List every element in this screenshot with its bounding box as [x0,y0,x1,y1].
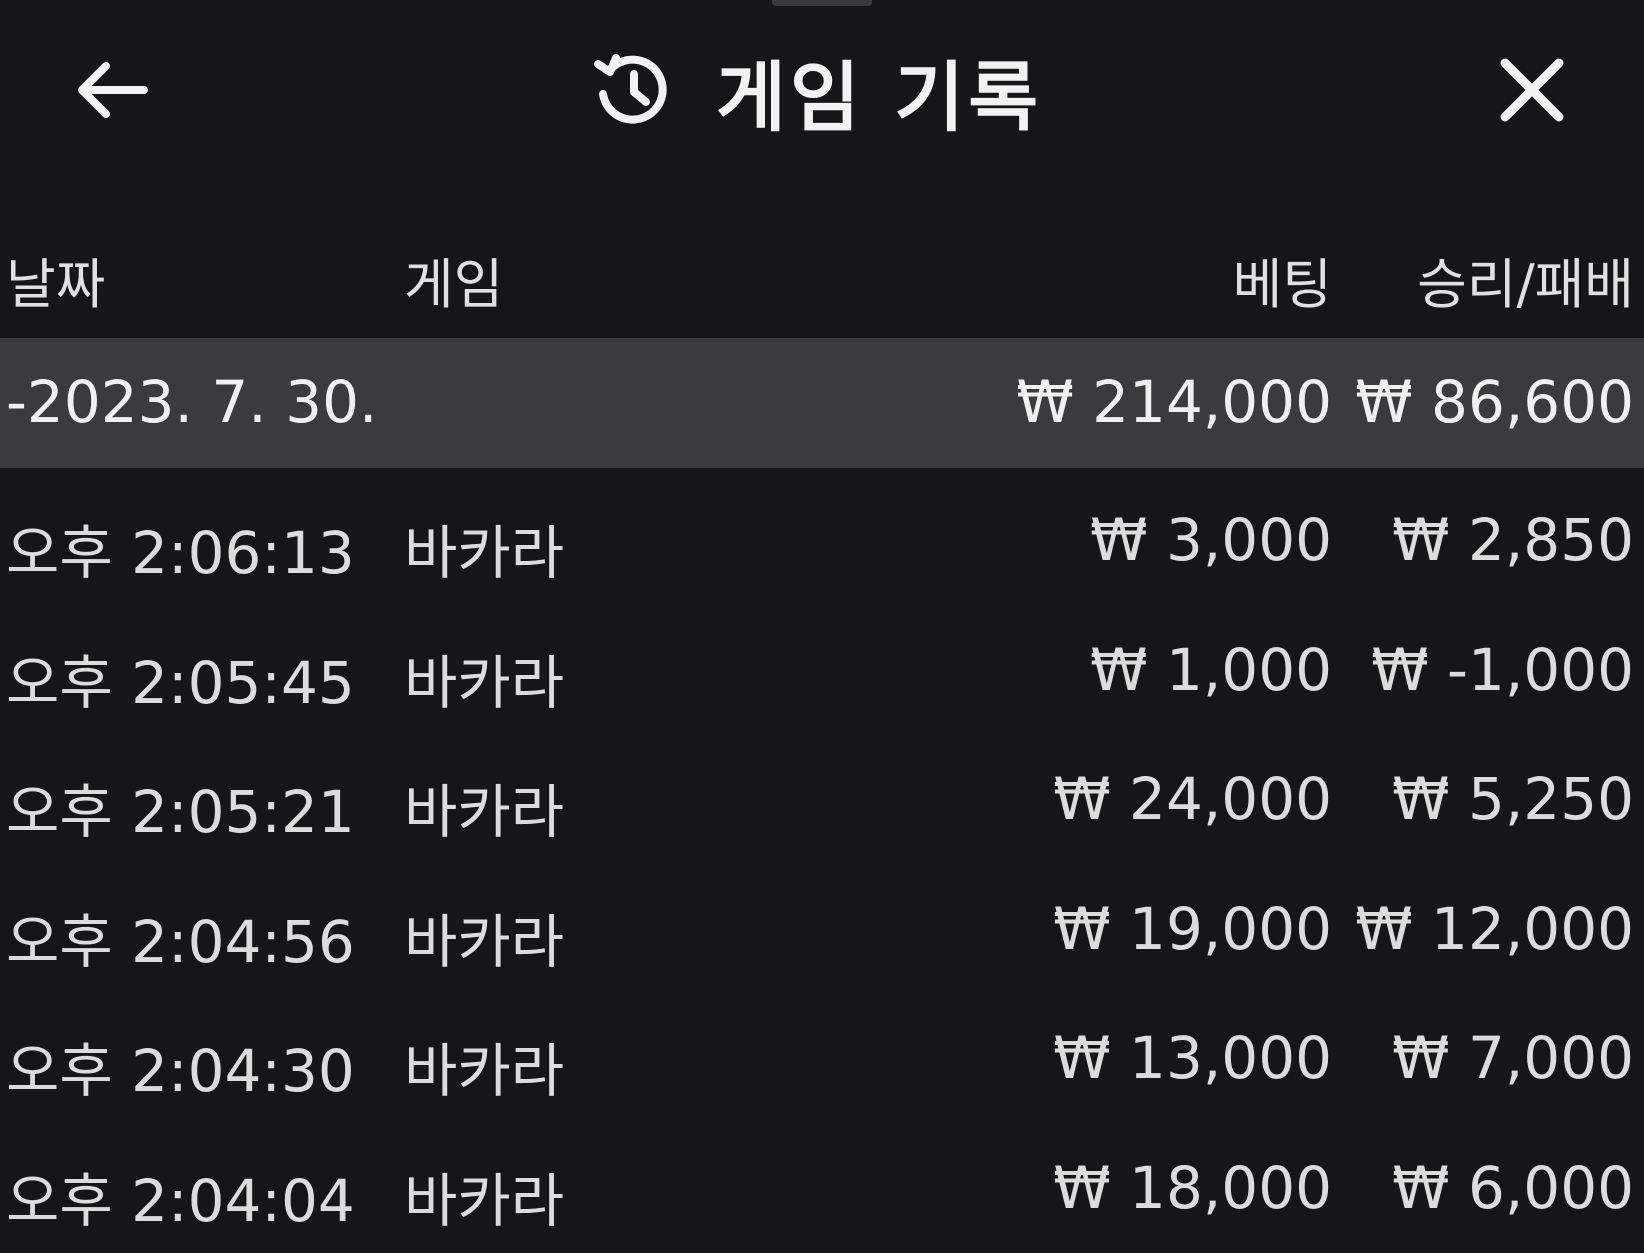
header-bar: 게임 기록 [0,0,1644,180]
row-win-loss: ₩ 6,000 [1392,1154,1634,1222]
close-button[interactable] [1482,40,1582,140]
arrow-left-icon [72,60,148,120]
row-time: 오후 2:05:21 [6,765,355,849]
row-time: 오후 2:04:56 [6,895,355,979]
row-game: 바카라 [404,506,564,590]
row-bet: ₩ 18,000 [1053,1154,1332,1222]
row-time: 오후 2:04:04 [6,1154,355,1238]
back-button[interactable] [60,45,160,135]
column-header-game: 게임 [404,240,503,319]
row-bet: ₩ 1,000 [1090,636,1332,704]
close-icon [1497,55,1567,125]
column-header-date: 날짜 [6,240,105,319]
row-win-loss: ₩ 2,850 [1392,506,1634,574]
date-summary-row[interactable]: -2023. 7. 30. ₩ 214,000 ₩ 86,600 [0,338,1644,468]
row-bet: ₩ 3,000 [1090,506,1332,574]
table-header: 날짜 게임 베팅 승리/패배 [0,222,1644,338]
summary-win-loss: ₩ 86,600 [1355,368,1634,436]
row-win-loss: ₩ 7,000 [1392,1024,1634,1092]
row-game: 바카라 [404,765,564,849]
row-win-loss: ₩ 5,250 [1392,765,1634,833]
table-row[interactable]: 오후 2:04:56 바카라 ₩ 19,000 ₩ 12,000 [0,865,1644,995]
summary-date: -2023. 7. 30. [6,368,377,436]
row-time: 오후 2:04:30 [6,1024,355,1108]
row-win-loss: ₩ 12,000 [1355,895,1634,963]
row-win-loss: ₩ -1,000 [1371,636,1634,704]
row-time: 오후 2:05:45 [6,636,355,720]
game-record-list: 오후 2:06:13 바카라 ₩ 3,000 ₩ 2,850 오후 2:05:4… [0,476,1644,1253]
table-row[interactable]: 오후 2:04:30 바카라 ₩ 13,000 ₩ 7,000 [0,994,1644,1124]
row-bet: ₩ 13,000 [1053,1024,1332,1092]
row-game: 바카라 [404,636,564,720]
column-header-win-loss: 승리/패배 [1417,240,1634,319]
history-clock-icon [590,48,676,134]
row-time: 오후 2:06:13 [6,506,355,590]
row-game: 바카라 [404,1024,564,1108]
row-game: 바카라 [404,895,564,979]
row-game: 바카라 [404,1154,564,1238]
header-title-group: 게임 기록 [590,36,1042,146]
page-title: 게임 기록 [716,36,1042,146]
column-header-bet: 베팅 [1233,240,1332,319]
row-bet: ₩ 24,000 [1053,765,1332,833]
table-row[interactable]: 오후 2:04:04 바카라 ₩ 18,000 ₩ 6,000 [0,1124,1644,1253]
table-row[interactable]: 오후 2:05:21 바카라 ₩ 24,000 ₩ 5,250 [0,735,1644,865]
summary-bet: ₩ 214,000 [1016,368,1332,436]
table-row[interactable]: 오후 2:06:13 바카라 ₩ 3,000 ₩ 2,850 [0,476,1644,606]
table-row[interactable]: 오후 2:05:45 바카라 ₩ 1,000 ₩ -1,000 [0,606,1644,736]
row-bet: ₩ 19,000 [1053,895,1332,963]
